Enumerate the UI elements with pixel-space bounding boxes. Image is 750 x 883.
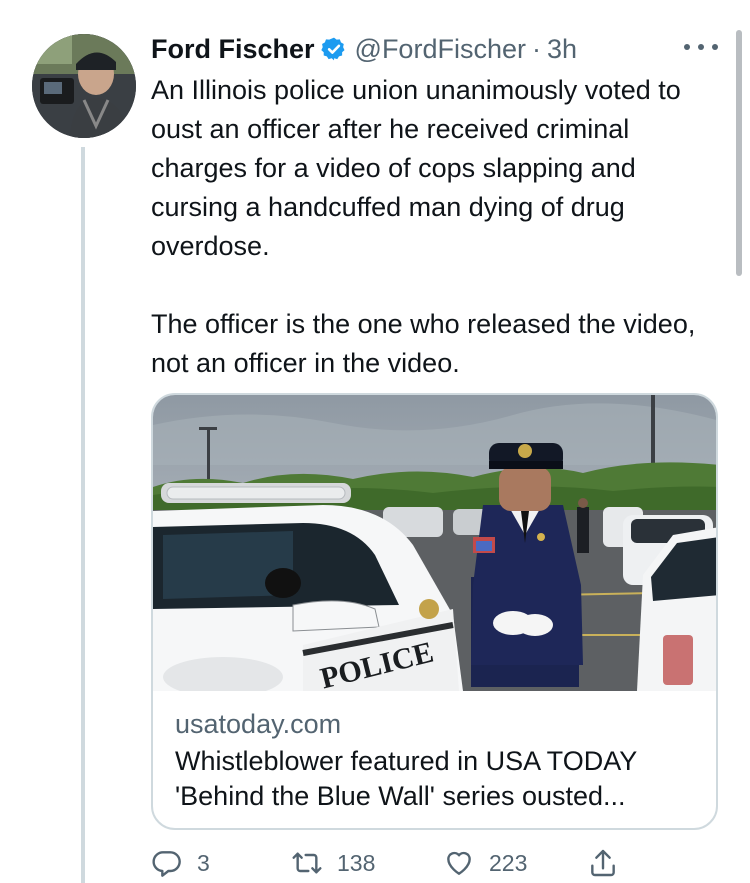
tweet-paragraph: The officer is the one who released the …: [151, 309, 696, 378]
card-domain: usatoday.com: [175, 709, 342, 739]
card-meta: usatoday.com Whistleblower featured in U…: [153, 691, 716, 814]
more-dot: [684, 44, 690, 50]
author-handle[interactable]: @FordFischer: [355, 30, 526, 68]
card-title[interactable]: Whistleblower featured in USA TODAY 'Beh…: [175, 744, 694, 814]
header-separator: ·: [531, 34, 541, 64]
card-image: POLICE: [153, 395, 716, 691]
verified-badge-icon: [320, 37, 345, 61]
tweet-header: Ford Fischer @FordFischer · 3h: [151, 30, 577, 68]
more-dots-icon[interactable]: [684, 34, 718, 60]
tweet-timestamp[interactable]: 3h: [547, 30, 577, 68]
tweet-actions: 3 138 223: [151, 843, 631, 883]
more-dot: [712, 44, 718, 50]
scrollbar[interactable]: [736, 30, 742, 276]
like-count: 223: [489, 849, 528, 876]
heart-icon: [447, 851, 471, 875]
retweet-button[interactable]: 138: [291, 843, 375, 883]
reply-icon: [152, 851, 181, 877]
more-dot: [698, 44, 704, 50]
author-avatar[interactable]: [32, 34, 136, 138]
retweet-count: 138: [337, 849, 376, 876]
retweet-icon: [292, 852, 322, 874]
link-card[interactable]: POLICE usatoday.com Whistleblower featur…: [151, 393, 718, 830]
tweet[interactable]: Ford Fischer @FordFischer · 3h An Illino…: [0, 0, 750, 883]
like-button[interactable]: 223: [443, 843, 527, 883]
thread-line: [81, 147, 85, 883]
reply-count: 3: [197, 849, 210, 876]
tweet-paragraph: An Illinois police union unanimously vot…: [151, 75, 681, 261]
share-icon: [591, 849, 615, 877]
tweet-text: An Illinois police union unanimously vot…: [151, 71, 726, 383]
share-button[interactable]: [587, 843, 619, 883]
author-name[interactable]: Ford Fischer: [151, 30, 315, 68]
reply-button[interactable]: 3: [151, 843, 210, 883]
